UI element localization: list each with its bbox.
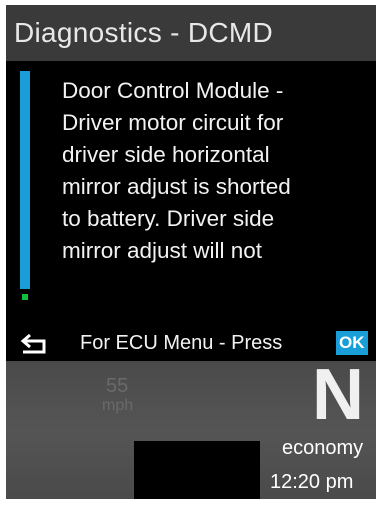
- page-title: Diagnostics - DCMD: [14, 17, 273, 48]
- scrollbar-thumb[interactable]: [20, 71, 30, 289]
- drive-mode: economy: [282, 437, 364, 459]
- message-line: driver side horizontal: [62, 142, 270, 167]
- center-display-panel: [134, 441, 260, 499]
- message-line: Door Control Module -: [62, 78, 284, 103]
- instrument-cluster: 55 mph N economy 12:20 pm: [6, 355, 376, 499]
- scrollbar-end-marker: [22, 294, 28, 300]
- clock: 12:20 pm: [270, 471, 354, 493]
- display-screen: Diagnostics - DCMD Door Control Module -…: [6, 5, 376, 499]
- gear-indicator: N: [312, 355, 364, 435]
- title-bar: Diagnostics - DCMD: [6, 5, 376, 61]
- back-arrow-icon[interactable]: [20, 331, 50, 355]
- speed-value: 55: [106, 375, 129, 397]
- message-line: mirror adjust is shorted: [62, 174, 291, 199]
- message-line: to battery. Driver side: [62, 206, 275, 231]
- ecu-menu-prompt: For ECU Menu - Press: [80, 332, 283, 354]
- scrollbar[interactable]: [20, 71, 30, 301]
- diagnostic-message: Door Control Module - Driver motor circu…: [62, 75, 368, 267]
- ok-button[interactable]: OK: [336, 331, 368, 355]
- speed-unit: mph: [102, 397, 134, 414]
- message-line: mirror adjust will not: [62, 238, 263, 263]
- message-line: Driver motor circuit for: [62, 110, 284, 135]
